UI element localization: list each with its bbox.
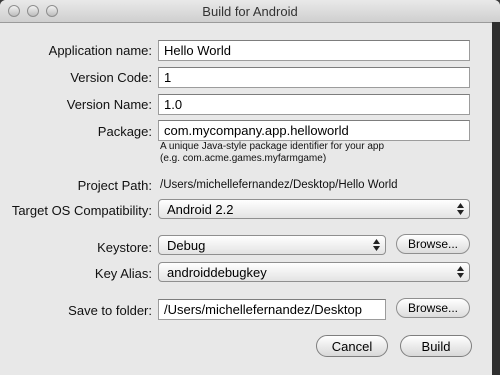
window-edge-shadow xyxy=(492,22,500,375)
version-code-field[interactable]: 1 xyxy=(158,67,470,88)
keystore-select[interactable]: Debug xyxy=(158,235,386,255)
app-name-field[interactable]: Hello World xyxy=(158,40,470,61)
key-alias-select[interactable]: androiddebugkey xyxy=(158,262,470,282)
window-title: Build for Android xyxy=(202,4,298,19)
save-folder-field[interactable]: /Users/michellefernandez/Desktop xyxy=(158,299,386,320)
title-bar: Build for Android xyxy=(0,0,500,23)
build-dialog: Build for Android Application name: Hell… xyxy=(0,0,500,375)
version-name-field[interactable]: 1.0 xyxy=(158,94,470,115)
save-folder-label: Save to folder: xyxy=(68,303,152,318)
project-path-label: Project Path: xyxy=(77,178,152,193)
select-arrows-icon xyxy=(457,203,464,215)
version-code-label: Version Code: xyxy=(70,70,152,85)
cancel-button[interactable]: Cancel xyxy=(316,335,388,357)
key-alias-label: Key Alias: xyxy=(94,266,152,281)
version-name-label: Version Name: xyxy=(66,97,152,112)
package-hint-line2: (e.g. com.acme.games.myfarmgame) xyxy=(160,153,327,164)
target-os-label: Target OS Compatibility: xyxy=(11,203,152,218)
project-path-value: /Users/michellefernandez/Desktop/Hello W… xyxy=(160,179,398,191)
target-os-select[interactable]: Android 2.2 xyxy=(158,199,470,219)
package-hint-line1: A unique Java-style package identifier f… xyxy=(160,141,385,152)
keystore-label: Keystore: xyxy=(97,240,152,255)
select-arrows-icon xyxy=(373,239,380,251)
save-folder-browse-button[interactable]: Browse... xyxy=(396,298,470,318)
package-label: Package: xyxy=(97,124,152,139)
keystore-value: Debug xyxy=(167,238,206,253)
select-arrows-icon xyxy=(457,266,464,278)
key-alias-value: androiddebugkey xyxy=(167,265,267,280)
keystore-browse-button[interactable]: Browse... xyxy=(396,234,470,254)
build-button[interactable]: Build xyxy=(400,335,472,357)
package-field[interactable]: com.mycompany.app.helloworld xyxy=(158,120,470,141)
app-name-label: Application name: xyxy=(48,43,152,58)
target-os-value: Android 2.2 xyxy=(167,202,234,217)
